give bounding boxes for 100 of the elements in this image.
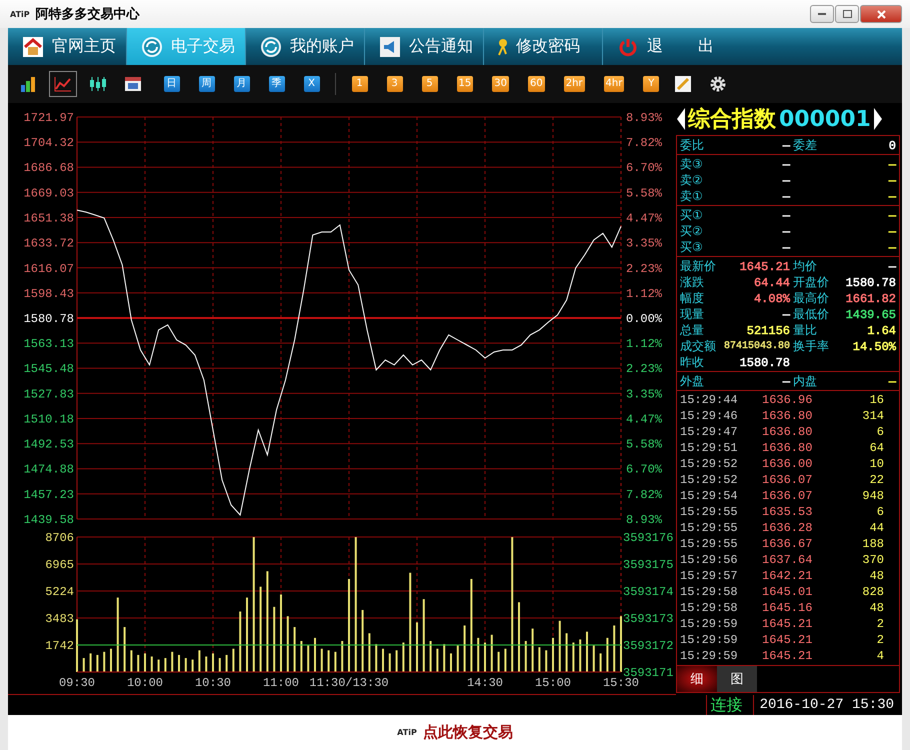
volume-bar bbox=[334, 652, 336, 672]
minimize-button[interactable] bbox=[810, 5, 834, 23]
ask-price: — bbox=[782, 190, 790, 204]
period-button[interactable]: Y bbox=[643, 76, 660, 92]
volume-bar bbox=[572, 642, 574, 672]
period-button[interactable]: X bbox=[304, 76, 320, 92]
volume-bar bbox=[545, 650, 548, 672]
period-button[interactable]: 月 bbox=[234, 76, 250, 92]
field-value: — bbox=[782, 308, 790, 322]
period-button[interactable]: 日 bbox=[164, 76, 180, 92]
ask-price: — bbox=[782, 174, 790, 188]
volume-bar bbox=[82, 658, 85, 672]
volume-bar bbox=[192, 660, 194, 672]
trade-volume: 48 bbox=[868, 569, 885, 583]
trade-price: 1645.21 bbox=[762, 649, 814, 663]
axis-label: 8706 bbox=[45, 533, 74, 545]
maximize-button[interactable] bbox=[835, 5, 859, 23]
axis-label: 3593174 bbox=[623, 585, 674, 599]
volume-bar bbox=[477, 638, 480, 672]
next-arrow-icon[interactable] bbox=[874, 108, 882, 130]
period-button[interactable]: 30 bbox=[492, 76, 509, 92]
volume-bar bbox=[198, 650, 200, 672]
volume-bar bbox=[294, 627, 296, 672]
period-button[interactable]: 2hr bbox=[564, 76, 585, 92]
footer-logo: ATiP bbox=[397, 728, 417, 737]
volume-bar bbox=[532, 628, 534, 672]
volume-bar bbox=[239, 612, 242, 672]
settings-icon bbox=[708, 75, 727, 93]
trade-time: 15:29:46 bbox=[680, 409, 739, 423]
axis-label: 8.93% bbox=[626, 513, 662, 527]
trade-volume: 828 bbox=[861, 585, 885, 599]
trade-volume: 48 bbox=[868, 601, 885, 615]
field-label: 买① bbox=[680, 207, 704, 224]
axis-label: 1510.18 bbox=[24, 412, 74, 426]
field-label: 昨收 bbox=[680, 354, 705, 371]
trade-volume: 16 bbox=[868, 393, 885, 407]
axis-label: 3593176 bbox=[623, 533, 674, 545]
volume-bar bbox=[443, 644, 446, 672]
volume-bar bbox=[430, 640, 432, 672]
trade-time: 15:29:56 bbox=[680, 553, 739, 567]
volume-bar bbox=[218, 658, 221, 672]
axis-label: 1669.03 bbox=[24, 186, 74, 200]
previous-arrow-icon[interactable] bbox=[677, 108, 685, 130]
volume-bar bbox=[328, 650, 330, 672]
volume-bar bbox=[490, 634, 493, 672]
axis-label: 1686.68 bbox=[24, 161, 74, 176]
axis-label: 1545.48 bbox=[24, 362, 74, 376]
trade-time: 15:29:58 bbox=[680, 601, 739, 615]
axis-label: 11:30/13:30 bbox=[309, 676, 389, 690]
close-button[interactable] bbox=[860, 5, 902, 23]
volume-bar bbox=[90, 653, 92, 672]
axis-label: 4.47% bbox=[626, 412, 662, 426]
axis-label: 1527.83 bbox=[24, 387, 74, 402]
trade-price: 1645.21 bbox=[762, 633, 814, 647]
resume-trading-link[interactable]: 点此恢复交易 bbox=[422, 723, 513, 742]
field-value: — bbox=[782, 374, 790, 388]
field-label: 最新价 bbox=[680, 258, 717, 275]
period-button[interactable]: 1 bbox=[352, 76, 368, 92]
line-chart-icon bbox=[54, 76, 72, 92]
panel-tab[interactable]: 图 bbox=[717, 666, 757, 692]
nav-tab[interactable]: 电子交易 bbox=[127, 28, 246, 65]
field-value: 1580.78 bbox=[846, 276, 896, 290]
axis-label: 1474.88 bbox=[24, 462, 74, 477]
trade-volume: 6 bbox=[876, 505, 885, 519]
nav-tab[interactable]: 退 出 bbox=[603, 28, 733, 65]
field-label: 最低价 bbox=[792, 306, 830, 323]
field-label: 卖③ bbox=[680, 156, 704, 173]
axis-label: 7.82% bbox=[626, 136, 662, 150]
field-label: 涨跌 bbox=[680, 274, 705, 291]
volume-bar bbox=[103, 652, 106, 672]
axis-label: 2.23% bbox=[626, 262, 662, 276]
volume-bar bbox=[436, 648, 438, 672]
axis-label: 10:30 bbox=[195, 676, 231, 690]
volume-bar bbox=[388, 653, 391, 672]
axis-label: 3.35% bbox=[626, 387, 662, 402]
axis-label: 1704.32 bbox=[24, 136, 74, 150]
trade-time: 15:29:47 bbox=[680, 425, 739, 439]
period-button[interactable]: 周 bbox=[198, 76, 214, 92]
period-button[interactable]: 5 bbox=[422, 76, 438, 92]
trade-price: 1636.80 bbox=[762, 441, 814, 455]
volume-bar bbox=[341, 640, 344, 672]
panel-tab[interactable]: 细 bbox=[677, 666, 717, 692]
volume-bar bbox=[320, 648, 323, 672]
period-button[interactable]: 4hr bbox=[604, 76, 624, 92]
volume-bar bbox=[150, 656, 153, 672]
volume-bar bbox=[232, 648, 234, 672]
field-value: — bbox=[888, 260, 896, 274]
axis-label: 1457.23 bbox=[24, 488, 74, 502]
trade-volume: 22 bbox=[868, 473, 885, 487]
axis-label: 3593172 bbox=[623, 639, 674, 653]
volume-bar bbox=[158, 660, 160, 672]
period-button[interactable]: 60 bbox=[528, 76, 545, 92]
volume-bar bbox=[273, 606, 276, 672]
field-label: 最高价 bbox=[792, 290, 830, 307]
axis-label: 3593175 bbox=[623, 558, 674, 572]
period-button[interactable]: 3 bbox=[386, 76, 402, 92]
period-button[interactable]: 15 bbox=[456, 76, 474, 92]
candlestick-icon bbox=[89, 76, 107, 92]
volume-bar bbox=[592, 646, 595, 672]
period-button[interactable]: 季 bbox=[268, 76, 284, 92]
